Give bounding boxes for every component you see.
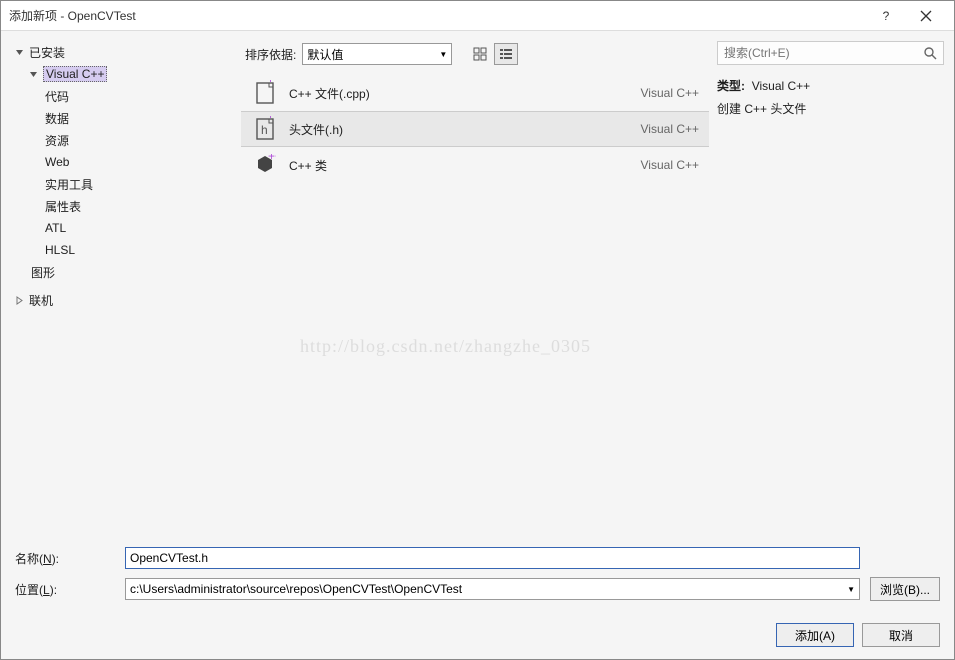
search-icon	[923, 46, 937, 60]
tree-visual-cpp[interactable]: Visual C++	[9, 63, 241, 85]
chevron-down-icon: ▼	[439, 50, 447, 59]
chevron-down-icon: ▼	[847, 585, 855, 594]
view-medium-icons[interactable]	[468, 43, 492, 65]
help-button[interactable]: ?	[866, 2, 906, 30]
location-label: 位置(L):	[15, 581, 125, 598]
cpp-file-icon: ++	[251, 79, 279, 107]
sort-value: 默认值	[307, 46, 343, 63]
close-icon	[920, 10, 932, 22]
tree-item-code[interactable]: 代码	[9, 85, 241, 107]
svg-text:h: h	[261, 123, 268, 137]
tree-installed[interactable]: 已安装	[9, 41, 241, 63]
view-small-icons[interactable]	[494, 43, 518, 65]
category-tree: 已安装 Visual C++ 代码 数据 资源 Web 实用工具 属性表 ATL…	[1, 31, 241, 539]
window-title: 添加新项 - OpenCVTest	[9, 7, 866, 24]
titlebar: 添加新项 - OpenCVTest ?	[1, 1, 954, 31]
type-line: 类型: Visual C++	[717, 77, 944, 94]
type-value: Visual C++	[752, 79, 810, 93]
bottom-form: 名称(N): 位置(L): c:\Users\administrator\sou…	[1, 539, 954, 617]
tree-online[interactable]: 联机	[9, 289, 241, 311]
template-lang: Visual C++	[641, 86, 699, 100]
svg-text:++: ++	[267, 80, 276, 86]
template-panel: 排序依据: 默认值 ▼	[241, 31, 709, 539]
list-icon	[499, 47, 513, 61]
close-button[interactable]	[906, 2, 946, 30]
chevron-right-icon	[13, 294, 25, 306]
grid-icon	[473, 47, 487, 61]
location-value: c:\Users\administrator\source\repos\Open…	[130, 582, 847, 596]
search-input[interactable]	[724, 46, 923, 60]
browse-button[interactable]: 浏览(B)...	[870, 577, 940, 601]
search-box[interactable]	[717, 41, 944, 65]
tree-item-hlsl[interactable]: HLSL	[9, 239, 241, 261]
template-cpp-class[interactable]: ++ C++ 类 Visual C++	[241, 147, 709, 183]
sort-label: 排序依据:	[245, 46, 296, 63]
tree-item-utility[interactable]: 实用工具	[9, 173, 241, 195]
svg-text:++: ++	[268, 154, 276, 163]
action-bar: 添加(A) 取消	[1, 617, 954, 659]
chevron-down-icon	[13, 46, 25, 58]
tree-label: Visual C++	[43, 66, 107, 82]
type-label: 类型:	[717, 79, 745, 93]
tree-item-web[interactable]: Web	[9, 151, 241, 173]
tree-item-graphics[interactable]: 图形	[9, 261, 241, 283]
template-name: 头文件(.h)	[289, 121, 641, 138]
tree-item-atl[interactable]: ATL	[9, 217, 241, 239]
header-file-icon: h++	[251, 115, 279, 143]
sort-combo[interactable]: 默认值 ▼	[302, 43, 452, 65]
template-cpp-file[interactable]: ++ C++ 文件(.cpp) Visual C++	[241, 75, 709, 111]
description: 创建 C++ 头文件	[717, 100, 944, 117]
chevron-down-icon	[27, 68, 39, 80]
name-input[interactable]	[125, 547, 860, 569]
template-lang: Visual C++	[641, 122, 699, 136]
tree-item-propsheet[interactable]: 属性表	[9, 195, 241, 217]
template-name: C++ 文件(.cpp)	[289, 85, 641, 102]
name-label: 名称(N):	[15, 550, 125, 567]
tree-item-data[interactable]: 数据	[9, 107, 241, 129]
watermark: http://blog.csdn.net/zhangzhe_0305	[300, 336, 591, 357]
tree-label: 联机	[29, 292, 53, 309]
svg-text:++: ++	[267, 116, 276, 122]
tree-item-resource[interactable]: 资源	[9, 129, 241, 151]
cancel-button[interactable]: 取消	[862, 623, 940, 647]
tree-label: 已安装	[29, 44, 65, 61]
template-lang: Visual C++	[641, 158, 699, 172]
location-combo[interactable]: c:\Users\administrator\source\repos\Open…	[125, 578, 860, 600]
details-panel: 类型: Visual C++ 创建 C++ 头文件	[709, 31, 954, 539]
cpp-class-icon: ++	[251, 151, 279, 179]
add-button[interactable]: 添加(A)	[776, 623, 854, 647]
template-name: C++ 类	[289, 157, 641, 174]
template-header-file[interactable]: h++ 头文件(.h) Visual C++	[241, 111, 709, 147]
